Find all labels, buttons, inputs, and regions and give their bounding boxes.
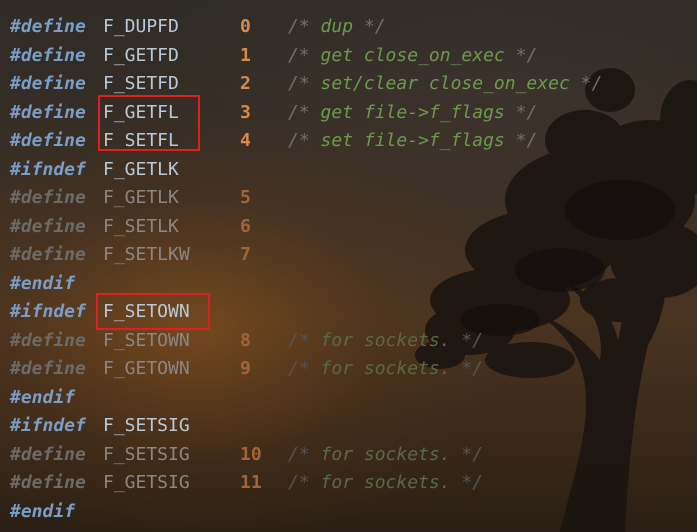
- macro-name: F_SETFL: [103, 130, 179, 151]
- macro-name: F_GETFD: [103, 44, 179, 66]
- comment-open: /*: [288, 101, 310, 123]
- code-comment: /* for sockets. */: [288, 441, 483, 470]
- code-comment: /* for sockets. */: [288, 355, 483, 384]
- comment-text: for sockets.: [320, 443, 451, 465]
- macro-name: F_SETOWN: [103, 329, 190, 351]
- preprocessor-directive: #ifndef: [10, 301, 86, 322]
- macro-name: F_GETLK: [103, 158, 179, 180]
- preprocessor-directive: #define: [10, 244, 86, 265]
- comment-text: for sockets.: [320, 358, 451, 379]
- preprocessor-directive: #define: [10, 130, 86, 151]
- comment-open: /*: [288, 443, 310, 465]
- macro-value: 7: [240, 244, 251, 265]
- macro-value: 8: [240, 329, 251, 351]
- macro-name: F_GETFL: [103, 101, 179, 123]
- preprocessor-directive: #endif: [10, 272, 76, 294]
- comment-close: */: [515, 130, 538, 151]
- macro-value: 11: [240, 472, 262, 493]
- comment-text: set/clear close_on_exec: [320, 73, 570, 94]
- comment-close: */: [515, 44, 538, 66]
- preprocessor-directive: #define: [10, 44, 86, 66]
- macro-value: 3: [240, 101, 251, 123]
- comment-open: /*: [288, 358, 310, 379]
- preprocessor-directive: #endif: [10, 500, 76, 522]
- comment-open: /*: [288, 16, 310, 37]
- comment-close: */: [461, 443, 484, 465]
- macro-value: 6: [240, 215, 251, 237]
- preprocessor-directive: #define: [10, 443, 86, 465]
- preprocessor-directive: #define: [10, 187, 86, 208]
- macro-name: F_GETOWN: [103, 358, 190, 379]
- comment-open: /*: [288, 130, 310, 151]
- macro-name: F_SETLKW: [103, 244, 190, 265]
- comment-text: for sockets.: [320, 472, 451, 493]
- macro-value: 2: [240, 73, 251, 94]
- macro-name: F_SETSIG: [103, 415, 190, 436]
- comment-close: */: [461, 329, 484, 351]
- macro-value: 0: [240, 16, 251, 37]
- macro-value: 9: [240, 358, 251, 379]
- macro-value: 5: [240, 187, 251, 208]
- comment-open: /*: [288, 44, 310, 66]
- macro-value: 4: [240, 130, 251, 151]
- macro-name: F_SETLK: [103, 215, 179, 237]
- macro-name: F_DUPFD: [103, 16, 179, 37]
- code-comment: /* set file->f_flags */: [288, 127, 537, 156]
- macro-name: F_GETLK: [103, 187, 179, 208]
- preprocessor-directive: #ifndef: [10, 158, 86, 180]
- comment-text: for sockets.: [320, 329, 451, 351]
- preprocessor-directive: #define: [10, 358, 86, 379]
- comment-close: */: [363, 16, 386, 37]
- preprocessor-directive: #define: [10, 16, 86, 37]
- comment-text: dup: [320, 16, 354, 37]
- preprocessor-directive: #define: [10, 101, 86, 123]
- preprocessor-directive: #define: [10, 73, 86, 94]
- macro-value: 1: [240, 44, 251, 66]
- code-comment: /* get close_on_exec */: [288, 42, 537, 71]
- macro-name: F_SETFD: [103, 73, 179, 94]
- comment-open: /*: [288, 73, 310, 94]
- code-comment: /* for sockets. */: [288, 327, 483, 356]
- code-comment: /* get file->f_flags */: [288, 99, 537, 128]
- code-comment: /* for sockets. */: [288, 469, 483, 498]
- comment-text: set file->f_flags: [320, 130, 505, 151]
- comment-close: */: [461, 472, 484, 493]
- comment-open: /*: [288, 472, 310, 493]
- comment-text: get file->f_flags: [320, 101, 505, 123]
- macro-name: F_GETSIG: [103, 472, 190, 493]
- preprocessor-directive: #endif: [10, 386, 76, 408]
- preprocessor-directive: #define: [10, 329, 86, 351]
- macro-value: 10: [240, 443, 262, 465]
- comment-open: /*: [288, 329, 310, 351]
- preprocessor-directive: #define: [10, 472, 86, 493]
- code-comment: /* set/clear close_on_exec */: [288, 70, 602, 99]
- macro-name: F_SETSIG: [103, 443, 190, 465]
- comment-text: get close_on_exec: [320, 44, 505, 66]
- comment-close: */: [580, 73, 603, 94]
- macro-name: F_SETOWN: [103, 301, 190, 322]
- code-comment: /* dup */: [288, 13, 386, 42]
- preprocessor-directive: #define: [10, 215, 86, 237]
- preprocessor-directive: #ifndef: [10, 415, 86, 436]
- comment-close: */: [515, 101, 538, 123]
- comment-close: */: [461, 358, 484, 379]
